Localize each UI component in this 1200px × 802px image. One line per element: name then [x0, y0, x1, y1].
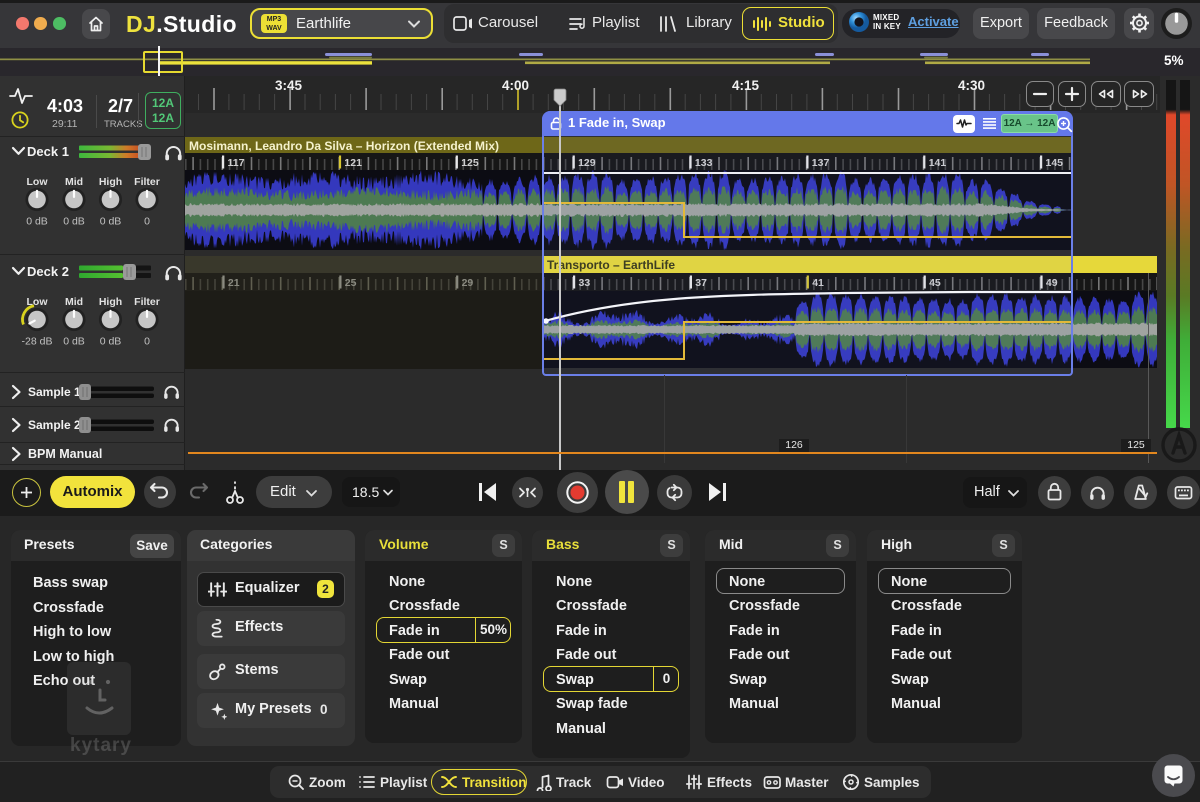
svg-text:Low: Low	[27, 176, 49, 188]
svg-text:0: 0	[144, 216, 150, 228]
svg-text:0 dB: 0 dB	[26, 216, 48, 228]
svg-text:117: 117	[228, 157, 245, 169]
svg-text:29: 29	[462, 277, 474, 289]
svg-text:0 dB: 0 dB	[63, 336, 85, 348]
svg-text:High: High	[99, 176, 122, 188]
svg-text:21: 21	[228, 277, 240, 289]
svg-text:0 dB: 0 dB	[100, 216, 122, 228]
svg-text:High: High	[99, 296, 122, 308]
svg-text:0 dB: 0 dB	[63, 216, 85, 228]
svg-text:Mid: Mid	[65, 296, 83, 308]
svg-text:Mid: Mid	[65, 176, 83, 188]
svg-text:Filter: Filter	[134, 176, 160, 188]
svg-text:0: 0	[144, 336, 150, 348]
svg-text:0 dB: 0 dB	[100, 336, 122, 348]
svg-text:25: 25	[345, 277, 357, 289]
svg-text:Filter: Filter	[134, 296, 160, 308]
svg-text:121: 121	[344, 157, 362, 169]
svg-text:125: 125	[461, 157, 479, 169]
svg-text:-28 dB: -28 dB	[22, 336, 53, 348]
